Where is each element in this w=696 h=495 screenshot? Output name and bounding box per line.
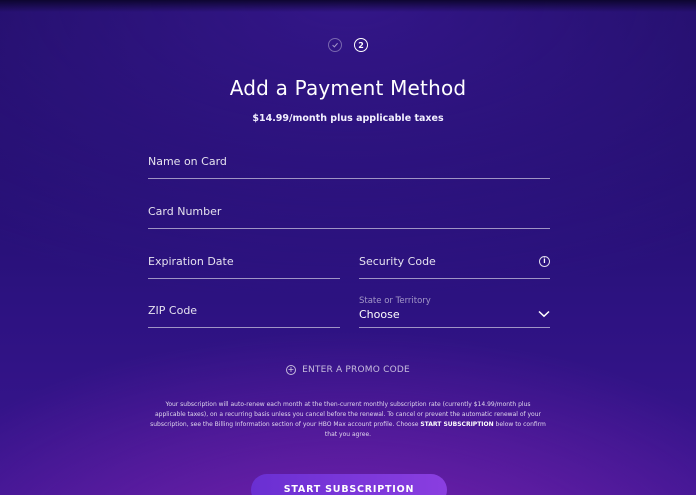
expiration-date-label: Expiration Date bbox=[148, 255, 234, 268]
legal-disclaimer: Your subscription will auto-renew each m… bbox=[150, 400, 546, 440]
state-selected-value: Choose bbox=[359, 308, 400, 321]
info-icon[interactable]: i bbox=[539, 256, 550, 267]
page-title: Add a Payment Method bbox=[229, 76, 467, 100]
promo-code-link[interactable]: + ENTER A PROMO CODE bbox=[0, 365, 696, 375]
card-number-field[interactable]: Card Number bbox=[148, 198, 550, 229]
security-code-label: Security Code bbox=[359, 255, 436, 268]
zip-code-field[interactable]: ZIP Code bbox=[148, 298, 340, 328]
start-subscription-button[interactable]: START SUBSCRIPTION bbox=[251, 474, 447, 495]
zip-code-label: ZIP Code bbox=[148, 304, 198, 317]
step-indicator: 2 bbox=[0, 38, 696, 52]
card-number-label: Card Number bbox=[148, 205, 222, 218]
plus-circle-icon: + bbox=[286, 365, 297, 375]
chevron-down-icon[interactable] bbox=[538, 310, 550, 318]
state-label: State or Territory bbox=[359, 296, 431, 306]
promo-code-label: ENTER A PROMO CODE bbox=[302, 365, 410, 375]
state-select[interactable]: State or Territory Choose bbox=[359, 294, 550, 328]
security-code-field[interactable]: Security Code i bbox=[359, 248, 550, 279]
name-on-card-label: Name on Card bbox=[148, 155, 227, 168]
name-on-card-field[interactable]: Name on Card bbox=[148, 148, 550, 179]
top-bar bbox=[0, 0, 696, 12]
step-completed-check-icon bbox=[328, 38, 342, 52]
step-current: 2 bbox=[354, 38, 368, 52]
legal-text-bold: START SUBSCRIPTION bbox=[420, 421, 494, 428]
expiration-date-field[interactable]: Expiration Date bbox=[148, 248, 340, 279]
price-subtitle: $14.99/month plus applicable taxes bbox=[252, 113, 444, 124]
